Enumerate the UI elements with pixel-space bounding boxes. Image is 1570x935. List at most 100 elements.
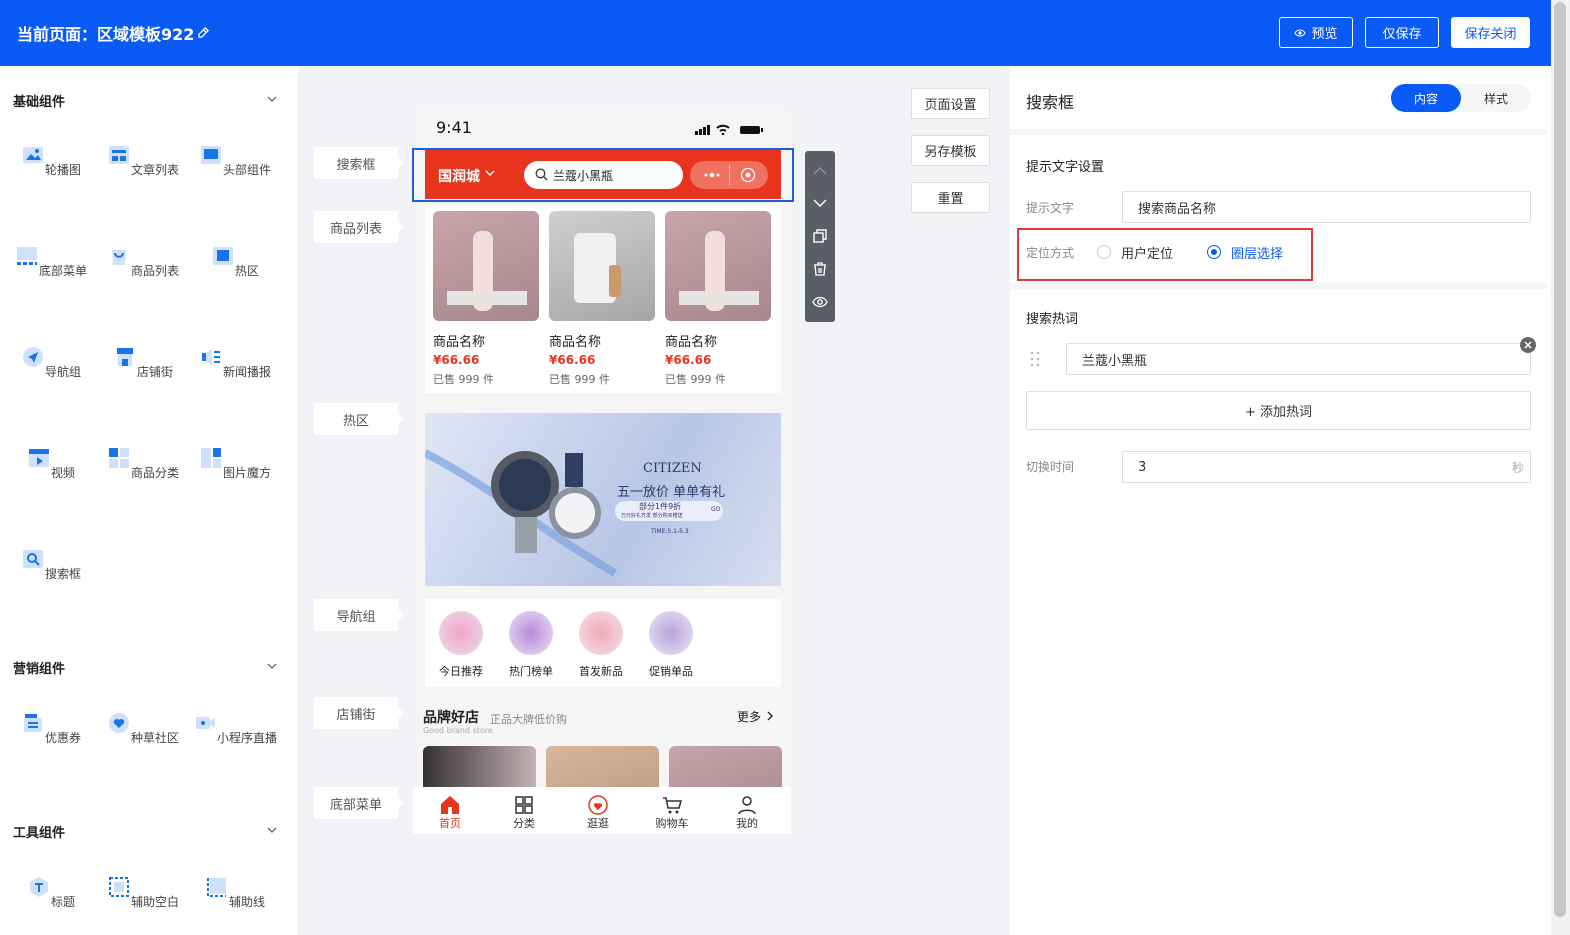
product-image[interactable] [433,211,539,321]
section-basic: 基础组件 [13,95,66,110]
component-live[interactable]: 小程序直播 [190,711,280,746]
move-up-icon[interactable] [812,163,828,179]
save-button[interactable]: 仅保存 [1365,17,1439,48]
section-marketing: 营销组件 [13,662,66,677]
banner-go: GO [711,506,721,513]
grid-icon [515,796,533,814]
move-down-icon[interactable] [812,195,828,211]
component-nav-group[interactable]: 导航组 [6,345,96,380]
banner-date: TIME:5.1-5.3 [651,528,689,535]
banner-brand: CITIZEN [643,461,702,476]
spacer-icon [108,877,129,897]
nav-label: 热门榜单 [509,665,553,678]
page-scrollbar[interactable] [1551,0,1570,935]
scrollbar-thumb[interactable] [1554,2,1566,917]
component-carousel[interactable]: 轮播图 [6,143,96,178]
page-settings-button[interactable]: 页面设置 [911,88,990,119]
product-name: 商品名称 [549,335,602,350]
layer-tag-hotspot[interactable]: 热区 [314,403,404,435]
hotspot-icon [212,247,233,265]
product-image[interactable] [665,211,771,321]
chevron-down-icon[interactable] [266,824,278,836]
nav-image[interactable] [579,611,623,655]
top-bar: 当前页面：区域模板922 预览 仅保存 保存关闭 [0,0,1551,66]
save-template-button[interactable]: 另存模板 [911,135,990,166]
product-image[interactable] [549,211,655,321]
layer-tag-product-list[interactable]: 商品列表 [314,211,404,243]
tab-mine[interactable]: 我的 [725,815,769,831]
nav-label: 今日推荐 [439,665,483,678]
layer-tag-bottom-menu[interactable]: 底部菜单 [314,787,404,819]
delete-icon[interactable] [812,261,828,277]
hotspot-banner[interactable]: CITIZEN 五一放价 单单有礼 部分1件9折 万元好礼齐发 部分购买赠送 G… [425,413,781,586]
product-price: ¥66.66 [665,353,712,367]
save-close-button[interactable]: 保存关闭 [1451,17,1530,48]
banner-slogan: 五一放价 单单有礼 [617,485,726,500]
drag-handle-icon[interactable] [1030,351,1040,367]
preview-button[interactable]: 预览 [1279,17,1353,48]
hot-word-input[interactable]: 兰蔻小黑瓶 [1066,343,1531,375]
component-hotspot[interactable]: 热区 [190,244,280,279]
hint-label: 提示文字 [1026,201,1075,215]
chevron-down-icon[interactable] [266,93,278,105]
component-header[interactable]: 头部组件 [190,143,280,178]
bottom-menu-icon [16,247,37,265]
component-divider[interactable]: 辅助线 [190,875,280,910]
product-sold: 已售 999 件 [433,373,494,386]
tab-home[interactable]: 首页 [428,815,472,831]
component-bottom-menu[interactable]: 底部菜单 [6,244,96,279]
reset-button[interactable]: 重置 [911,182,990,213]
switch-time-input[interactable]: 3 [1122,451,1531,483]
nav-image[interactable] [509,611,553,655]
close-icon[interactable] [1520,337,1536,353]
component-product-list[interactable]: 商品列表 [98,244,188,279]
layer-tag-nav-group[interactable]: 导航组 [314,599,404,631]
shop-more-link[interactable]: 更多 [737,708,761,725]
component-shop-street[interactable]: 店铺街 [98,345,188,380]
component-news[interactable]: 新闻播报 [190,345,280,380]
add-hot-word-button[interactable]: + 添加热词 [1026,391,1531,430]
tab-category[interactable]: 分类 [502,815,546,831]
shop-subtitle: 正品大牌低价购 [490,713,567,726]
component-panel [0,66,298,935]
section-tools: 工具组件 [13,826,66,841]
banner-sub: 部分1件9折 [639,502,682,511]
tab-style[interactable]: 样式 [1461,84,1531,112]
eye-icon[interactable] [812,294,828,310]
tab-explore[interactable]: 逛逛 [576,815,620,831]
chevron-down-icon[interactable] [266,660,278,672]
heart-circle-icon [588,795,608,815]
component-video[interactable]: 视频 [6,446,96,481]
chevron-right-icon [767,711,773,721]
component-coupon[interactable]: 优惠券 [6,711,96,746]
hint-input[interactable]: 搜索商品名称 [1122,191,1531,223]
shopping-bag-icon [111,250,126,265]
component-image-cube[interactable]: 图片魔方 [190,446,280,481]
shop-title: 品牌好店 [423,710,479,726]
component-title[interactable]: 标题 [6,875,96,910]
edit-icon[interactable] [198,27,209,38]
layer-tag-search[interactable]: 搜索框 [314,147,404,179]
heart-chat-icon [108,713,129,733]
component-toolbar [805,151,835,322]
component-category[interactable]: 商品分类 [98,446,188,481]
highlight-box [1017,228,1313,281]
nav-image[interactable] [439,611,483,655]
hot-section-title: 搜索热词 [1026,312,1079,327]
tab-cart[interactable]: 购物车 [650,815,694,831]
nav-label: 首发新品 [579,665,623,678]
component-search-box[interactable]: 搜索框 [6,547,96,582]
header-icon [200,146,221,164]
layer-tag-shop-street[interactable]: 店铺街 [314,697,404,729]
nav-image[interactable] [649,611,693,655]
image-cube-icon [200,448,221,468]
component-community[interactable]: 种草社区 [98,711,188,746]
copy-icon[interactable] [812,228,828,244]
component-article-list[interactable]: 文章列表 [98,143,188,178]
component-spacer[interactable]: 辅助空白 [98,875,188,910]
tab-content[interactable]: 内容 [1391,84,1461,112]
nav-label: 促销单品 [649,665,693,678]
banner-sub2: 万元好礼齐发 部分购买赠送 [621,513,683,519]
panel-title: 搜索框 [1026,93,1075,112]
store-icon [116,348,133,366]
